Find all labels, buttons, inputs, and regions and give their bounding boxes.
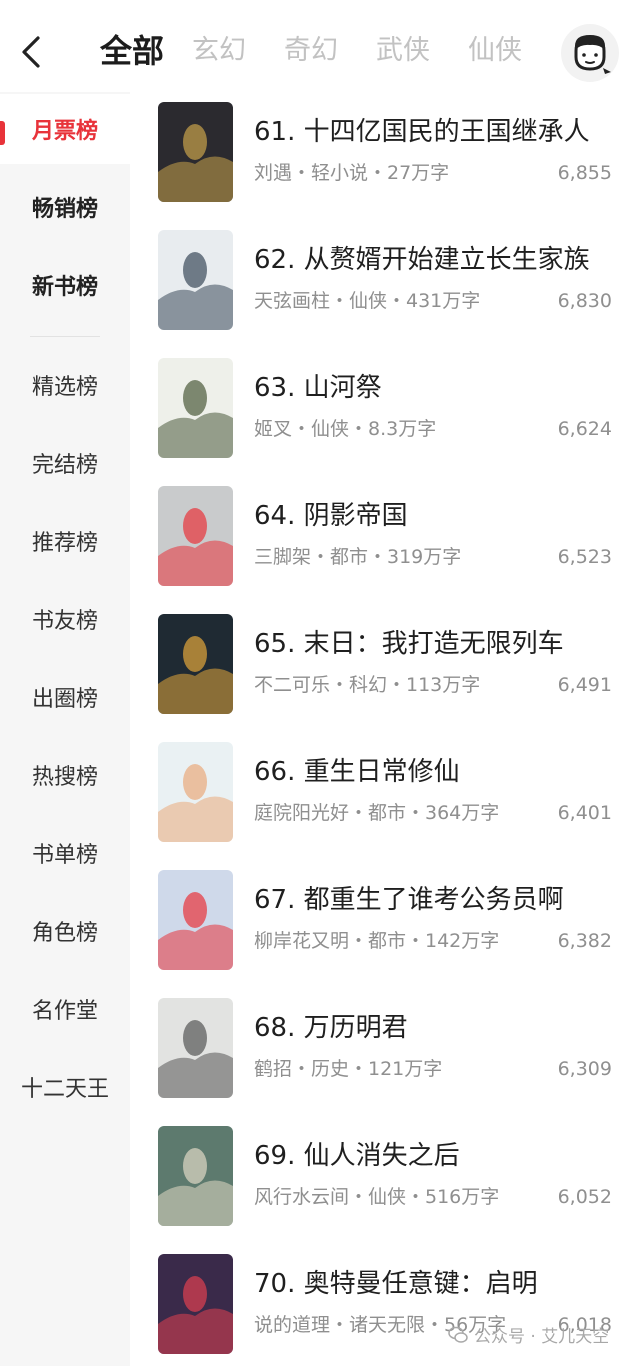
ticket-count: 6,382	[557, 930, 612, 952]
ticket-count: 6,309	[557, 1058, 612, 1080]
sidebar-item-bestseller[interactable]: 畅销榜	[0, 172, 130, 242]
tab-xianxia[interactable]: 仙侠	[468, 26, 522, 76]
watermark: 公众号 · 艾儿天空	[448, 1322, 609, 1347]
ticket-count: 6,523	[557, 546, 612, 568]
book-meta: 刘遇・轻小说・27万字	[254, 162, 450, 184]
sidebar-item-masterpieces[interactable]: 名作堂	[0, 974, 130, 1044]
ticket-count: 6,052	[557, 1186, 612, 1208]
avatar[interactable]	[561, 24, 619, 82]
sidebar-item-hot-search[interactable]: 热搜榜	[0, 740, 130, 810]
list-item[interactable]: 62. 从赘婿开始建立长生家族 天弦画柱・仙侠・431万字 6,830	[130, 220, 640, 348]
book-cover	[158, 998, 233, 1098]
book-title: 68. 万历明君	[254, 1013, 408, 1043]
book-cover	[158, 358, 233, 458]
tab-wuxia[interactable]: 武侠	[376, 26, 430, 76]
sidebar-item-new-books[interactable]: 新书榜	[0, 250, 130, 320]
book-meta: 三脚架・都市・319万字	[254, 546, 462, 568]
book-title: 63. 山河祭	[254, 373, 382, 403]
book-cover	[158, 230, 233, 330]
book-meta: 天弦画柱・仙侠・431万字	[254, 290, 481, 312]
user-avatar-icon	[574, 35, 611, 74]
book-title: 66. 重生日常修仙	[254, 757, 460, 787]
tab-xuanhuan[interactable]: 玄幻	[192, 26, 246, 76]
list-item[interactable]: 64. 阴影帝国 三脚架・都市・319万字 6,523	[130, 476, 640, 604]
top-bar: 全部 玄幻 奇幻 武侠 仙侠	[0, 0, 640, 100]
ticket-count: 6,491	[557, 674, 612, 696]
book-meta: 庭院阳光好・都市・364万字	[254, 802, 500, 824]
book-meta: 姬叉・仙侠・8.3万字	[254, 418, 437, 440]
book-title: 65. 末日：我打造无限列车	[254, 629, 564, 659]
book-cover	[158, 486, 233, 586]
sidebar-item-booklist[interactable]: 书单榜	[0, 818, 130, 888]
book-title: 69. 仙人消失之后	[254, 1141, 460, 1171]
list-item[interactable]: 66. 重生日常修仙 庭院阳光好・都市・364万字 6,401	[130, 732, 640, 860]
tab-qihuan[interactable]: 奇幻	[284, 26, 338, 76]
book-title: 70. 奥特曼任意键：启明	[254, 1269, 538, 1299]
sidebar-item-recommended[interactable]: 推荐榜	[0, 506, 130, 576]
book-title: 64. 阴影帝国	[254, 501, 408, 531]
book-cover	[158, 614, 233, 714]
book-cover	[158, 1126, 233, 1226]
sidebar-item-monthly-ticket[interactable]: 月票榜	[0, 94, 130, 164]
book-meta: 风行水云间・仙侠・516万字	[254, 1186, 500, 1208]
sidebar-divider	[30, 336, 100, 337]
book-meta: 柳岸花又明・都市・142万字	[254, 930, 500, 952]
list-item[interactable]: 70. 奥特曼任意键：启明 说的道理・诸天无限・56万字 6,018	[130, 1244, 640, 1366]
book-cover	[158, 742, 233, 842]
sidebar-item-twelve-kings[interactable]: 十二天王	[0, 1052, 130, 1122]
watermark-text: 公众号 · 艾儿天空	[474, 1327, 610, 1347]
book-cover	[158, 870, 233, 970]
category-tabs: 全部 玄幻 奇幻 武侠 仙侠	[100, 26, 560, 76]
sidebar-item-characters[interactable]: 角色榜	[0, 896, 130, 966]
wechat-icon	[448, 1326, 468, 1343]
book-meta: 不二可乐・科幻・113万字	[254, 674, 481, 696]
ranking-sidebar: 月票榜 畅销榜 新书榜 精选榜 完结榜 推荐榜 书友榜 出圈榜 热搜榜 书单榜 …	[0, 92, 130, 1366]
list-item[interactable]: 67. 都重生了谁考公务员啊 柳岸花又明・都市・142万字 6,382	[130, 860, 640, 988]
chevron-left-icon	[22, 36, 40, 68]
tab-all[interactable]: 全部	[100, 26, 164, 76]
book-cover	[158, 1254, 233, 1354]
ticket-count: 6,624	[557, 418, 612, 440]
book-meta: 鹤招・历史・121万字	[254, 1058, 443, 1080]
ticket-count: 6,830	[557, 290, 612, 312]
list-item[interactable]: 63. 山河祭 姬叉・仙侠・8.3万字 6,624	[130, 348, 640, 476]
list-item[interactable]: 69. 仙人消失之后 风行水云间・仙侠・516万字 6,052	[130, 1116, 640, 1244]
ticket-count: 6,855	[557, 162, 612, 184]
list-item[interactable]: 68. 万历明君 鹤招・历史・121万字 6,309	[130, 988, 640, 1116]
sidebar-item-reader-friends[interactable]: 书友榜	[0, 584, 130, 654]
book-cover	[158, 102, 233, 202]
sidebar-item-completed[interactable]: 完结榜	[0, 428, 130, 498]
sidebar-item-featured[interactable]: 精选榜	[0, 350, 130, 420]
list-item[interactable]: 65. 末日：我打造无限列车 不二可乐・科幻・113万字 6,491	[130, 604, 640, 732]
book-title: 62. 从赘婿开始建立长生家族	[254, 245, 590, 275]
list-item[interactable]: 61. 十四亿国民的王国继承人 刘遇・轻小说・27万字 6,855	[130, 92, 640, 220]
book-title: 67. 都重生了谁考公务员啊	[254, 885, 564, 915]
sidebar-item-breakout[interactable]: 出圈榜	[0, 662, 130, 732]
ticket-count: 6,401	[557, 802, 612, 824]
book-title: 61. 十四亿国民的王国继承人	[254, 117, 590, 147]
back-button[interactable]	[14, 30, 50, 74]
